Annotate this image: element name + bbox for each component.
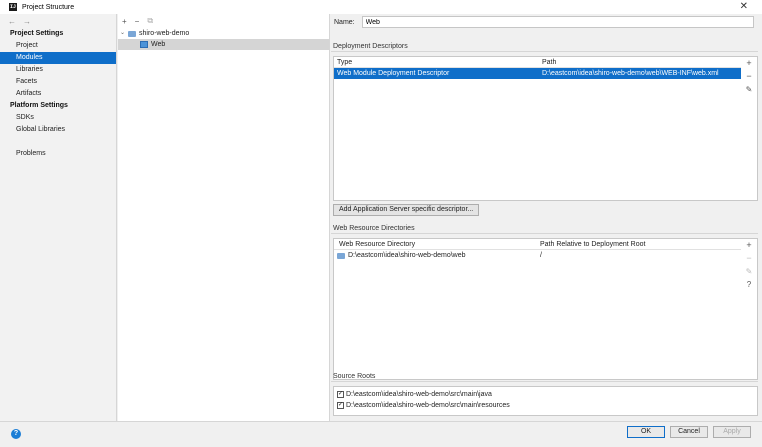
section-platform-settings: Platform Settings (10, 102, 68, 109)
resource-dir-label: D:\eastcom\idea\shiro-web-demo\web (348, 252, 466, 259)
table-row[interactable]: D:\eastcom\idea\shiro-web-demo\web / (334, 250, 741, 261)
intellij-app-icon: IJ (9, 3, 17, 11)
nav-arrows: ← → (0, 14, 116, 28)
source-roots-list: ✓ D:\eastcom\idea\shiro-web-demo\src\mai… (333, 386, 758, 416)
column-type[interactable]: Type (334, 57, 542, 67)
deployment-descriptors-label: Deployment Descriptors (331, 42, 758, 52)
tree-item-web-label: Web (151, 41, 166, 48)
title-bar: IJ Project Structure ✕ (0, 0, 762, 14)
copy-icon[interactable]: ⧉ (147, 16, 153, 26)
chevron-down-icon[interactable]: ⌄ (120, 28, 125, 39)
help-icon[interactable]: ? (11, 429, 21, 439)
name-label: Name: (334, 18, 355, 26)
sidebar-item-artifacts[interactable]: Artifacts (0, 88, 116, 100)
edit-icon[interactable]: ✎ (746, 265, 753, 278)
resource-rel-cell: / (540, 252, 542, 259)
list-item[interactable]: ✓ D:\eastcom\idea\shiro-web-demo\src\mai… (334, 389, 757, 400)
sidebar-item-problems[interactable]: Problems (0, 148, 116, 160)
column-relative-path[interactable]: Path Relative to Deployment Root (540, 239, 645, 249)
remove-icon[interactable]: − (135, 17, 140, 26)
resource-dir-cell: D:\eastcom\idea\shiro-web-demo\web (334, 250, 540, 261)
edit-icon[interactable]: ✎ (746, 83, 753, 96)
descriptor-type-cell: Web Module Deployment Descriptor (337, 70, 450, 77)
close-icon[interactable]: ✕ (740, 1, 748, 12)
add-icon[interactable]: + (746, 57, 751, 70)
source-root-checkbox[interactable]: ✓ (337, 391, 344, 398)
table-header: Web Resource Directory Path Relative to … (334, 239, 741, 250)
section-project-settings: Project Settings (10, 30, 64, 37)
module-tree-panel: + − ⧉ ⌄ shiro-web-demo Web (118, 14, 330, 421)
table-header: Type Path (334, 57, 741, 68)
deployment-descriptors-table: Type Path Web Module Deployment Descript… (333, 56, 758, 201)
apply-button[interactable]: Apply (713, 426, 751, 438)
add-icon[interactable]: + (746, 239, 751, 252)
tree-item-root-label: shiro-web-demo (139, 30, 190, 37)
sidebar-item-global-libraries[interactable]: Global Libraries (0, 124, 116, 136)
column-path[interactable]: Path (542, 57, 556, 67)
folder-icon (128, 30, 137, 37)
sidebar-item-facets[interactable]: Facets (0, 76, 116, 88)
sidebar-item-sdks[interactable]: SDKs (0, 112, 116, 124)
forward-arrow-icon[interactable]: → (23, 17, 31, 26)
remove-icon[interactable]: − (746, 252, 751, 265)
folder-icon (337, 252, 345, 259)
help-question-icon[interactable]: ? (747, 278, 751, 291)
tree-toolbar: + − ⧉ (118, 14, 329, 28)
name-input[interactable] (361, 16, 754, 28)
cancel-button[interactable]: Cancel (670, 426, 708, 438)
add-icon[interactable]: + (122, 17, 127, 26)
source-root-checkbox[interactable]: ✓ (337, 402, 344, 409)
tree-item-web[interactable]: Web (118, 39, 329, 50)
list-item[interactable]: ✓ D:\eastcom\idea\shiro-web-demo\src\mai… (334, 400, 757, 411)
source-root-label: D:\eastcom\idea\shiro-web-demo\src\main\… (346, 391, 492, 398)
source-root-label: D:\eastcom\idea\shiro-web-demo\src\main\… (346, 402, 510, 409)
name-row: Name: (331, 14, 762, 30)
web-resource-directories-label: Web Resource Directories (331, 224, 758, 234)
facet-settings-panel: Name: Deployment Descriptors Type Path W… (331, 14, 762, 421)
remove-icon[interactable]: − (746, 70, 751, 83)
sidebar-item-libraries[interactable]: Libraries (0, 64, 116, 76)
web-facet-icon (140, 41, 148, 48)
dialog-button-bar: ? OK Cancel Apply (0, 421, 762, 447)
resource-tools: + − ✎ ? (741, 239, 757, 291)
sidebar-item-modules[interactable]: Modules (0, 52, 116, 64)
back-arrow-icon[interactable]: ← (8, 17, 16, 26)
window-title: Project Structure (22, 3, 75, 11)
table-row[interactable]: Web Module Deployment Descriptor D:\east… (334, 68, 741, 79)
sidebar-item-project[interactable]: Project (0, 40, 116, 52)
tree-item-root[interactable]: ⌄ shiro-web-demo (118, 28, 329, 39)
web-resource-directories-table: Web Resource Directory Path Relative to … (333, 238, 758, 380)
settings-sidebar: ← → Project Settings Project Modules Lib… (0, 14, 117, 421)
descriptor-path-cell: D:\eastcom\idea\shiro-web-demo\web\WEB-I… (542, 70, 719, 77)
source-roots-label: Source Roots (331, 372, 758, 382)
column-web-resource-directory[interactable]: Web Resource Directory (334, 239, 540, 249)
ok-button[interactable]: OK (627, 426, 665, 438)
add-server-descriptor-button[interactable]: Add Application Server specific descript… (333, 204, 480, 216)
descriptor-tools: + − ✎ (741, 57, 757, 96)
